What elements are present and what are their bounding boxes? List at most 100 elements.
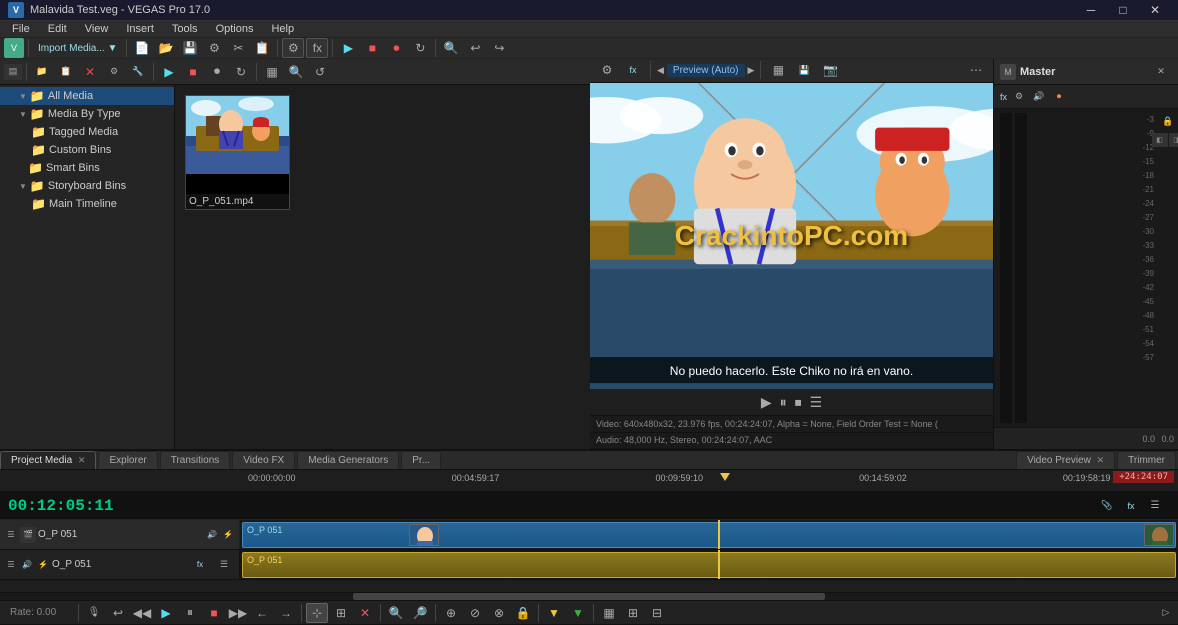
timeline-ctrl-3[interactable]: ☰ bbox=[1144, 496, 1166, 516]
menu-edit[interactable]: Edit bbox=[40, 21, 75, 37]
preview-mode-selector[interactable]: ◀ Preview (Auto) ▶ bbox=[657, 64, 754, 77]
timeline-ctrl-1[interactable]: 📎 bbox=[1096, 496, 1118, 516]
preview-more-button[interactable]: ⋯ bbox=[965, 60, 987, 80]
transport-play[interactable]: ▶ bbox=[155, 603, 177, 623]
fx-mute-button[interactable]: ⏺ bbox=[1051, 89, 1067, 105]
undo-button[interactable]: ↩ bbox=[464, 38, 486, 58]
cut-button[interactable]: ✂ bbox=[227, 38, 249, 58]
transport-stepback[interactable]: ← bbox=[251, 603, 273, 623]
menu-file[interactable]: File bbox=[4, 21, 38, 37]
menu-tools[interactable]: Tools bbox=[164, 21, 206, 37]
track-expand-button[interactable]: ☰ bbox=[4, 525, 18, 545]
transport-fn2[interactable]: ⊘ bbox=[464, 603, 486, 623]
tree-item-smart-bins[interactable]: 📁 Smart Bins bbox=[0, 159, 174, 177]
preview-play-button[interactable]: ▶ bbox=[761, 394, 772, 411]
transport-pause[interactable]: ⏸ bbox=[179, 603, 201, 623]
transport-next[interactable]: ▶▶ bbox=[227, 603, 249, 623]
loop-button[interactable]: ↻ bbox=[409, 38, 431, 58]
transport-stepfwd[interactable]: → bbox=[275, 603, 297, 623]
transport-grid1[interactable]: ▦ bbox=[598, 603, 620, 623]
audio-menu-button[interactable]: ☰ bbox=[213, 555, 235, 575]
timeline-scroll-thumb[interactable] bbox=[353, 593, 824, 601]
track-icon-1[interactable]: 🔊 bbox=[205, 528, 219, 542]
tab-project-media[interactable]: Project Media ✕ bbox=[0, 451, 96, 469]
transport-fn3[interactable]: ⊗ bbox=[488, 603, 510, 623]
preview-menu-button[interactable]: ☰ bbox=[810, 394, 823, 411]
zoom-in-button[interactable]: 🔍 bbox=[440, 38, 462, 58]
save-button[interactable]: 💾 bbox=[179, 38, 201, 58]
audio-track-content[interactable]: O_P 051 bbox=[240, 550, 1178, 579]
transport-delete[interactable]: ✕ bbox=[354, 603, 376, 623]
tree-item-storyboard-bins[interactable]: ▼ 📁 Storyboard Bins bbox=[0, 177, 174, 195]
transport-mark1[interactable]: ▼ bbox=[543, 603, 565, 623]
preview-pause-button[interactable]: ⏸ bbox=[780, 394, 787, 411]
record-button[interactable]: ⏺ bbox=[385, 38, 407, 58]
copy-button[interactable]: 📋 bbox=[251, 38, 273, 58]
audio-clip-main[interactable]: O_P 051 bbox=[242, 552, 1176, 578]
master-close-button[interactable]: ✕ bbox=[1150, 62, 1172, 82]
close-button[interactable]: ✕ bbox=[1140, 0, 1170, 20]
tab-trimmer[interactable]: Trimmer bbox=[1117, 451, 1176, 469]
tab-explorer[interactable]: Explorer bbox=[98, 451, 157, 469]
properties-button[interactable]: ⚙ bbox=[203, 38, 225, 58]
transport-cursor[interactable]: ⊹ bbox=[306, 603, 328, 623]
tab-video-preview-close[interactable]: ✕ bbox=[1097, 455, 1105, 465]
transport-fn4[interactable]: 🔒 bbox=[512, 603, 534, 623]
stop-preview-button[interactable]: ■ bbox=[182, 62, 204, 82]
expand-icon[interactable]: ▼ bbox=[19, 110, 27, 119]
video-clip-main[interactable]: O_P 051 bbox=[242, 522, 1176, 548]
menu-help[interactable]: Help bbox=[263, 21, 302, 37]
tree-item-media-by-type[interactable]: ▼ 📁 Media By Type bbox=[0, 105, 174, 123]
transport-return[interactable]: ↩ bbox=[107, 603, 129, 623]
auto-preview-button[interactable]: ↻ bbox=[230, 62, 252, 82]
zoom-btn[interactable]: 🔍 bbox=[285, 62, 307, 82]
refresh-btn[interactable]: ↺ bbox=[309, 62, 331, 82]
preview-snap-button[interactable]: 📷 bbox=[819, 60, 841, 80]
transport-play-indicator[interactable]: ▷ bbox=[1158, 605, 1174, 621]
expand-icon[interactable]: ▼ bbox=[19, 182, 27, 191]
loop-preview-button[interactable]: ⏺ bbox=[206, 62, 228, 82]
media-btn-2[interactable]: 📋 bbox=[55, 62, 77, 82]
expand-icon[interactable]: ▼ bbox=[19, 92, 27, 101]
fx-bus-button[interactable]: 🔊 bbox=[1031, 89, 1047, 105]
transport-snap[interactable]: ⊞ bbox=[330, 603, 352, 623]
open-button[interactable]: 📂 bbox=[155, 38, 177, 58]
maximize-button[interactable]: □ bbox=[1108, 0, 1138, 20]
meter-lock-button[interactable]: 🔒 bbox=[1160, 113, 1176, 129]
link-right-icon[interactable]: ◨ bbox=[1169, 133, 1178, 147]
menu-options[interactable]: Options bbox=[208, 21, 262, 37]
audio-icon-1[interactable]: 🔊 bbox=[20, 558, 34, 572]
transport-zoom-in[interactable]: 🔍 bbox=[385, 603, 407, 623]
tab-transitions[interactable]: Transitions bbox=[160, 451, 231, 469]
settings-button[interactable]: ⚙ bbox=[282, 38, 304, 58]
transport-fn1[interactable]: ⊕ bbox=[440, 603, 462, 623]
play-preview-button[interactable]: ▶ bbox=[158, 62, 180, 82]
transport-grid3[interactable]: ⊟ bbox=[646, 603, 668, 623]
transport-mic[interactable]: 🎙 bbox=[83, 603, 105, 623]
tab-video-fx[interactable]: Video FX bbox=[232, 451, 295, 469]
transport-grid2[interactable]: ⊞ bbox=[622, 603, 644, 623]
audio-icon-2[interactable]: ⚡ bbox=[36, 558, 50, 572]
tab-project-media-close[interactable]: ✕ bbox=[78, 455, 86, 465]
new-project-button[interactable]: 📄 bbox=[131, 38, 153, 58]
transport-zoom-out[interactable]: 🔎 bbox=[409, 603, 431, 623]
tree-item-all-media[interactable]: ▼ 📁 All Media bbox=[0, 87, 174, 105]
media-btn-1[interactable]: 📁 bbox=[31, 62, 53, 82]
transport-mark2[interactable]: ▼ bbox=[567, 603, 589, 623]
preview-grid-button[interactable]: ▦ bbox=[767, 60, 789, 80]
menu-view[interactable]: View bbox=[77, 21, 117, 37]
timeline-ctrl-2[interactable]: fx bbox=[1120, 496, 1142, 516]
fx-button[interactable]: fx bbox=[306, 38, 328, 58]
fx-settings-button[interactable]: ⚙ bbox=[1011, 89, 1027, 105]
tab-video-preview[interactable]: Video Preview ✕ bbox=[1016, 451, 1115, 469]
media-btn-4[interactable]: ⚙ bbox=[103, 62, 125, 82]
transport-prev[interactable]: ◀◀ bbox=[131, 603, 153, 623]
tab-pr[interactable]: Pr... bbox=[401, 451, 441, 469]
tree-item-main-timeline[interactable]: 📁 Main Timeline bbox=[0, 195, 174, 213]
preview-stop-button[interactable]: ⏹ bbox=[795, 394, 802, 411]
link-left-icon[interactable]: ◧ bbox=[1152, 133, 1168, 147]
audio-track-expand[interactable]: ☰ bbox=[4, 555, 18, 575]
stop-button[interactable]: ■ bbox=[361, 38, 383, 58]
preview-settings-button[interactable]: ⚙ bbox=[596, 60, 618, 80]
track-icon-2[interactable]: ⚡ bbox=[221, 528, 235, 542]
